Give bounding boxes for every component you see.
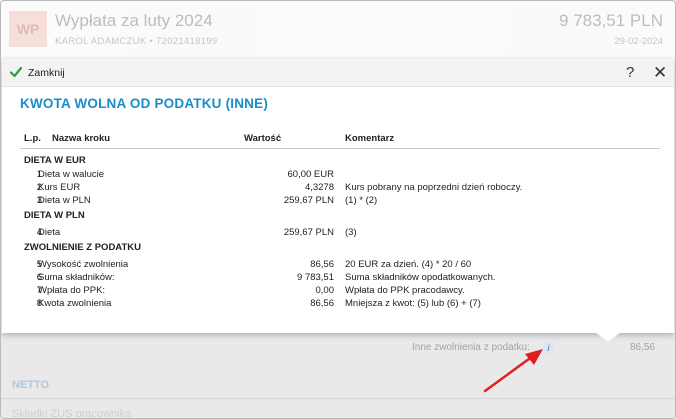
- check-icon[interactable]: [10, 66, 22, 78]
- arrow-icon: [483, 349, 543, 393]
- close-icon[interactable]: ✕: [653, 63, 667, 83]
- divider: [1, 398, 675, 399]
- row-step: Suma składników:: [38, 272, 115, 283]
- close-button[interactable]: Zamknij: [28, 67, 65, 79]
- document-type-badge: WP: [9, 11, 47, 47]
- column-header-comment: Komentarz: [345, 133, 395, 144]
- netto-section-title: NETTO: [12, 379, 50, 391]
- table-row: 4 Dieta 259,67 PLN (3): [20, 227, 660, 239]
- zus-section-partial: Składki ZUS pracownika: [12, 408, 132, 419]
- row-step: Wpłata do PPK:: [38, 285, 106, 296]
- row-step: Kwota zwolnienia: [38, 298, 112, 309]
- group-title: DIETA W EUR: [24, 155, 86, 166]
- row-value: 86,56: [310, 259, 334, 270]
- row-step: Dieta w walucie: [38, 169, 104, 180]
- row-value: 9 783,51: [297, 272, 334, 283]
- table-row: 5 Wysokość zwolnienia 86,56 20 EUR za dz…: [20, 259, 660, 271]
- payslip-date: 29-02-2024: [614, 36, 663, 47]
- app-window: WP Wypłata za luty 2024 KAROL ADAMCZUK •…: [0, 0, 676, 419]
- column-header-step: Nazwa kroku: [52, 133, 111, 144]
- row-comment: Suma składników opodatkowanych.: [345, 272, 496, 283]
- row-value: 259,67 PLN: [283, 195, 334, 206]
- row-step: Wysokość zwolnienia: [38, 259, 129, 270]
- payslip-title: Wypłata za luty 2024: [55, 11, 213, 30]
- background-content: [1, 333, 675, 418]
- row-comment: 20 EUR za dzień. (4) * 20 / 60: [345, 259, 472, 270]
- column-header-lp: L.p.: [24, 133, 41, 144]
- table-row: 6 Suma składników: 9 783,51 Suma składni…: [20, 272, 660, 284]
- row-comment: (3): [345, 227, 357, 238]
- row-value: 0,00: [315, 285, 335, 296]
- header-divider: [20, 148, 660, 149]
- row-comment: (1) * (2): [345, 195, 378, 206]
- table-row: 8 Kwota zwolnienia 86,56 Mniejsza z kwot…: [20, 298, 660, 310]
- table-row: 1 Dieta w walucie 60,00 EUR: [20, 169, 660, 181]
- dialog-pointer: [595, 332, 621, 342]
- group-title: DIETA W PLN: [24, 210, 85, 221]
- row-value: 60,00 EUR: [287, 169, 334, 180]
- row-comment: Mniejsza z kwot: (5) lub (6) + (7): [345, 298, 481, 309]
- row-value: 4,3278: [304, 182, 334, 193]
- tax-free-amount-dialog: Zamknij ? ✕ KWOTA WOLNA OD PODATKU (INNE…: [2, 59, 674, 333]
- dialog-toolbar: Zamknij ? ✕: [2, 59, 674, 87]
- other-exemptions-value: 86,56: [629, 342, 655, 353]
- help-icon[interactable]: ?: [626, 64, 634, 81]
- table-row: 7 Wpłata do PPK: 0,00 Wpłata do PPK prac…: [20, 285, 660, 297]
- payslip-header: WP Wypłata za luty 2024 KAROL ADAMCZUK •…: [1, 1, 675, 57]
- row-value: 259,67 PLN: [283, 227, 334, 238]
- row-step: Dieta w PLN: [38, 195, 91, 206]
- row-comment: Wpłata do PPK pracodawcy.: [345, 285, 465, 296]
- row-comment: Kurs pobrany na poprzedni dzień roboczy.: [345, 182, 523, 193]
- table-row: 2 Kurs EUR 4,3278 Kurs pobrany na poprze…: [20, 182, 660, 194]
- payslip-amount: 9 783,51 PLN: [559, 11, 663, 30]
- row-step: Kurs EUR: [38, 182, 81, 193]
- column-header-value: Wartość: [244, 133, 282, 144]
- row-step: Dieta: [38, 227, 61, 238]
- dialog-title: KWOTA WOLNA OD PODATKU (INNE): [20, 96, 269, 111]
- row-value: 86,56: [310, 298, 334, 309]
- employee-info: KAROL ADAMCZUK • 72021418199: [55, 36, 218, 47]
- table-row: 3 Dieta w PLN 259,67 PLN (1) * (2): [20, 195, 660, 207]
- group-title: ZWOLNIENIE Z PODATKU: [24, 242, 141, 253]
